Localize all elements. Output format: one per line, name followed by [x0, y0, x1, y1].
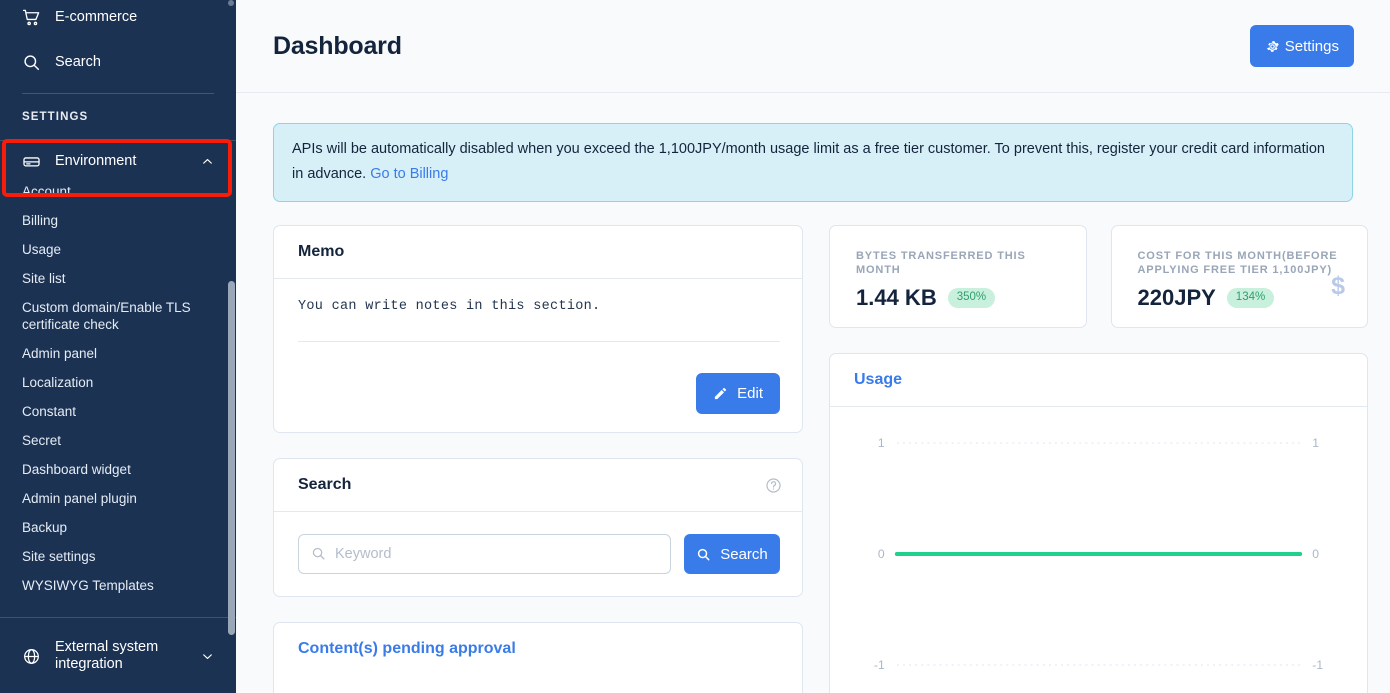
sidebar-item-ecommerce[interactable]: E-commerce	[0, 0, 236, 34]
search-card: Search	[273, 458, 803, 597]
stat-value: 220JPY	[1138, 285, 1216, 311]
usage-chart-card: Usage 1 1 0 0 -1 -1	[829, 353, 1368, 693]
page-title: Dashboard	[273, 32, 402, 61]
sidebar-item-constant[interactable]: Constant	[0, 397, 236, 426]
sidebar-section-settings: SETTINGS	[0, 111, 236, 123]
sidebar-item-secret[interactable]: Secret	[0, 426, 236, 455]
search-button[interactable]: Search	[684, 534, 780, 574]
sidebar-group-external-system[interactable]: External system integration	[0, 632, 236, 680]
stat-value-row: 1.44 KB 350%	[856, 285, 1068, 311]
memo-edit-button[interactable]: Edit	[696, 373, 780, 414]
sidebar-group-divider-bottom	[0, 617, 236, 618]
pending-approval-card: Content(s) pending approval	[273, 622, 803, 693]
stat-value: 1.44 KB	[856, 285, 937, 311]
sidebar-item-admin-panel-plugin[interactable]: Admin panel plugin	[0, 484, 236, 513]
help-circle-icon[interactable]	[765, 477, 782, 494]
search-button-label: Search	[720, 546, 768, 563]
sidebar-scrollbar[interactable]	[228, 281, 235, 635]
memo-card-footer: Edit	[274, 357, 802, 432]
right-column: BYTES TRANSFERRED THIS MONTH 1.44 KB 350…	[829, 225, 1368, 693]
stat-card-cost-this-month: COST FOR THIS MONTH(BEFORE APPLYING FREE…	[1111, 225, 1369, 328]
sidebar-group-divider	[0, 140, 236, 141]
sidebar-item-account[interactable]: Account	[0, 177, 236, 206]
memo-separator	[298, 341, 780, 342]
environment-icon	[22, 152, 41, 171]
sidebar-item-label: Search	[55, 54, 101, 70]
sidebar: E-commerce Search SETTINGS	[0, 0, 236, 693]
sidebar-item-custom-domain[interactable]: Custom domain/Enable TLS certificate che…	[0, 293, 236, 339]
status-badge: 350%	[948, 288, 995, 308]
svg-text:0: 0	[1312, 547, 1319, 561]
memo-card: Memo You can write notes in this section…	[273, 225, 803, 433]
sidebar-item-site-settings[interactable]: Site settings	[0, 542, 236, 571]
dollar-icon: $	[1331, 274, 1345, 299]
svg-text:1: 1	[878, 436, 885, 450]
scrollbar-top-marker	[228, 0, 234, 6]
pencil-icon	[713, 386, 728, 401]
svg-text:0: 0	[878, 547, 885, 561]
search-input[interactable]	[298, 534, 671, 574]
memo-text: You can write notes in this section.	[298, 299, 780, 314]
sidebar-item-wysiwyg-templates[interactable]: WYSIWYG Templates	[0, 571, 236, 600]
pending-approval-title[interactable]: Content(s) pending approval	[298, 640, 516, 658]
search-icon	[696, 547, 711, 562]
sidebar-item-search[interactable]: Search	[0, 45, 236, 79]
sidebar-item-backup[interactable]: Backup	[0, 513, 236, 542]
search-card-title: Search	[298, 476, 351, 494]
sidebar-item-dashboard-widget[interactable]: Dashboard widget	[0, 455, 236, 484]
stats-row: BYTES TRANSFERRED THIS MONTH 1.44 KB 350…	[829, 225, 1368, 328]
sidebar-group-label: External system integration	[55, 639, 175, 673]
settings-button[interactable]: Settings	[1250, 25, 1354, 67]
status-badge: 134%	[1227, 288, 1274, 308]
top-bar: Dashboard Settings	[236, 0, 1390, 93]
pending-approval-body	[274, 675, 802, 693]
sidebar-item-localization[interactable]: Localization	[0, 368, 236, 397]
globe-icon	[22, 647, 41, 666]
sidebar-item-billing[interactable]: Billing	[0, 206, 236, 235]
cart-icon	[22, 8, 41, 27]
search-card-header: Search	[274, 459, 802, 512]
usage-line-chart: 1 1 0 0 -1 -1	[830, 407, 1367, 693]
stat-label: COST FOR THIS MONTH(BEFORE APPLYING FREE…	[1138, 249, 1350, 277]
sidebar-divider	[22, 93, 214, 94]
left-column: Memo You can write notes in this section…	[273, 225, 803, 693]
sidebar-item-label: E-commerce	[55, 9, 137, 25]
pending-approval-header: Content(s) pending approval	[274, 623, 802, 675]
sidebar-group-environment[interactable]: Environment	[0, 145, 236, 177]
chevron-up-icon	[201, 155, 214, 168]
svg-text:-1: -1	[1312, 658, 1323, 672]
search-icon	[22, 53, 41, 72]
memo-card-title: Memo	[298, 243, 344, 261]
search-input-wrapper	[298, 534, 671, 574]
memo-card-header: Memo	[274, 226, 802, 279]
usage-card-title: Usage	[854, 371, 902, 389]
memo-edit-label: Edit	[737, 385, 763, 402]
gear-icon	[1265, 39, 1280, 54]
usage-limit-alert: APIs will be automatically disabled when…	[273, 123, 1353, 202]
stat-label: BYTES TRANSFERRED THIS MONTH	[856, 249, 1068, 277]
search-card-body: Search	[274, 512, 802, 596]
main-content: Dashboard Settings APIs will be automati…	[236, 0, 1390, 693]
sidebar-group-label: Environment	[55, 153, 136, 169]
sidebar-item-site-list[interactable]: Site list	[0, 264, 236, 293]
svg-text:1: 1	[1312, 436, 1319, 450]
chevron-down-icon	[201, 650, 214, 663]
usage-chart-body: 1 1 0 0 -1 -1	[830, 407, 1367, 693]
settings-button-label: Settings	[1285, 38, 1339, 55]
sidebar-item-admin-panel[interactable]: Admin panel	[0, 339, 236, 368]
go-to-billing-link[interactable]: Go to Billing	[370, 166, 448, 182]
stat-card-bytes-transferred: BYTES TRANSFERRED THIS MONTH 1.44 KB 350…	[829, 225, 1087, 328]
usage-card-header: Usage	[830, 354, 1367, 407]
stat-value-row: 220JPY 134%	[1138, 285, 1350, 311]
svg-text:-1: -1	[874, 658, 885, 672]
memo-card-body: You can write notes in this section.	[274, 279, 802, 357]
sidebar-item-usage[interactable]: Usage	[0, 235, 236, 264]
